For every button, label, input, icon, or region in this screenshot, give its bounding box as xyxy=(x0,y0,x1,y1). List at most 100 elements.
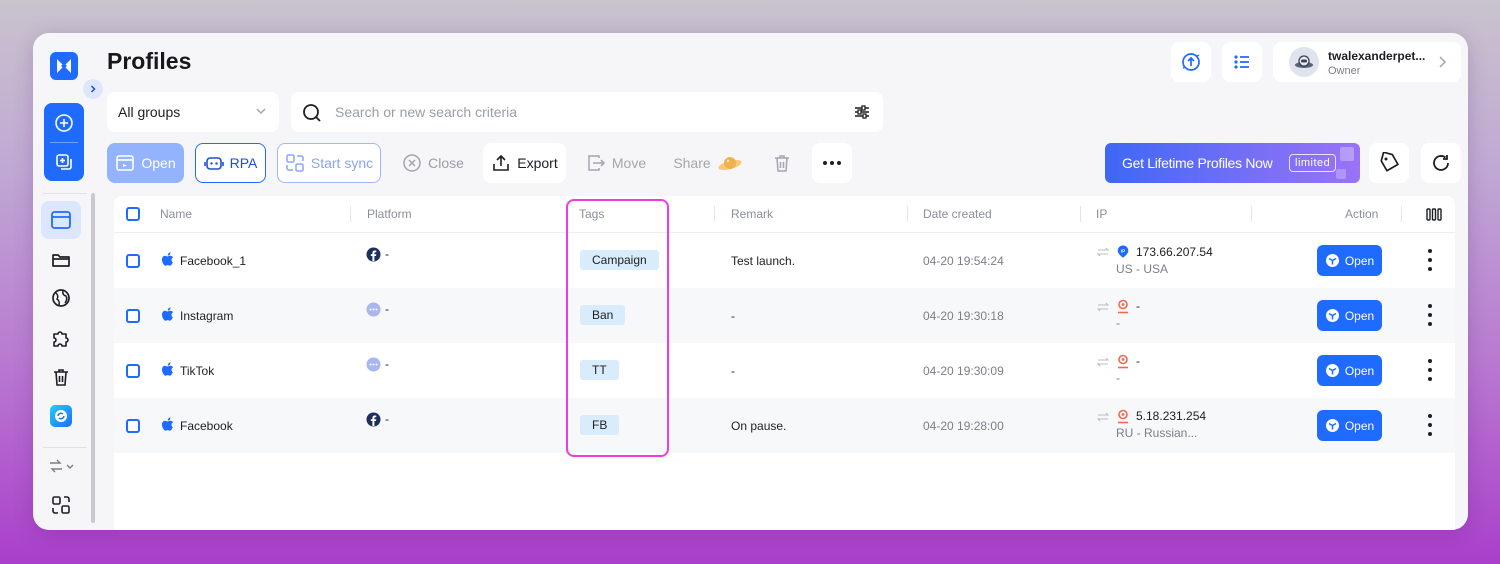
close-button[interactable]: Close xyxy=(393,143,473,183)
table-row[interactable]: TikTok - TT - 04-20 19:30:09 - - Open xyxy=(114,343,1455,398)
avatar xyxy=(1289,47,1319,77)
delete-button[interactable] xyxy=(762,143,802,183)
sidebar-item-sync-app[interactable] xyxy=(41,397,81,435)
row-checkbox[interactable] xyxy=(126,309,140,323)
open-button[interactable]: Open xyxy=(107,143,184,183)
team-switch-dropdown[interactable] xyxy=(41,451,81,481)
row-more-button[interactable] xyxy=(1423,414,1437,436)
start-sync-button[interactable]: Start sync xyxy=(277,143,381,183)
swap-arrows-icon xyxy=(1097,357,1109,367)
column-name[interactable]: Name xyxy=(160,207,192,221)
table-row[interactable]: Instagram - Ban - 04-20 19:30:18 - - Ope… xyxy=(114,288,1455,343)
date-created: 04-20 19:28:00 xyxy=(923,419,1004,433)
row-open-button[interactable]: Open xyxy=(1317,245,1382,276)
move-button-label: Move xyxy=(611,155,647,171)
expand-sidebar-button[interactable] xyxy=(83,79,103,99)
list-icon xyxy=(1234,55,1249,69)
tag-button[interactable] xyxy=(1369,143,1409,183)
row-open-button[interactable]: Open xyxy=(1317,410,1382,441)
apple-icon xyxy=(162,307,174,321)
workspace-icon xyxy=(52,496,70,514)
more-actions-button[interactable] xyxy=(812,143,852,183)
swap-arrows-icon xyxy=(1097,412,1109,422)
table-row[interactable]: Facebook_1 - Campaign Test launch. 04-20… xyxy=(114,233,1455,288)
search-placeholder: Search or new search criteria xyxy=(335,104,518,120)
task-list-button[interactable] xyxy=(1222,42,1262,82)
batch-create-button[interactable] xyxy=(44,142,84,181)
date-created: 04-20 19:30:09 xyxy=(923,364,1004,378)
profile-name[interactable]: Facebook_1 xyxy=(180,254,246,268)
app-logo[interactable] xyxy=(50,52,78,80)
sync-upload-button[interactable] xyxy=(1171,42,1211,82)
profile-remark[interactable]: - xyxy=(731,364,735,378)
refresh-button[interactable] xyxy=(1421,143,1461,183)
planet-icon xyxy=(718,157,742,170)
share-button[interactable]: Share xyxy=(665,143,751,183)
select-all-checkbox[interactable] xyxy=(126,207,140,221)
table-header: Name Platform Tags Remark Date created I… xyxy=(114,196,1455,233)
close-button-label: Close xyxy=(428,155,464,171)
profile-remark[interactable]: - xyxy=(731,309,735,323)
profile-remark[interactable]: Test launch. xyxy=(731,254,795,268)
move-button[interactable]: Move xyxy=(578,143,654,183)
sidebar-item-groups[interactable] xyxy=(41,241,81,279)
sidebar-scrollbar[interactable] xyxy=(91,193,95,523)
create-profile-group xyxy=(44,103,84,181)
ip-address: 173.66.207.54 xyxy=(1136,245,1213,259)
filter-sliders-icon[interactable] xyxy=(853,104,871,120)
sync-app-icon xyxy=(50,405,72,427)
share-button-label: Share xyxy=(673,155,711,171)
upload-icon xyxy=(493,154,510,171)
row-more-button[interactable] xyxy=(1423,304,1437,326)
column-settings-icon[interactable] xyxy=(1426,208,1442,221)
row-more-button[interactable] xyxy=(1423,359,1437,381)
rpa-button[interactable]: RPA xyxy=(195,143,266,183)
promo-banner[interactable]: Get Lifetime Profiles Now limited xyxy=(1105,143,1360,183)
sidebar-item-workspace[interactable] xyxy=(41,486,81,524)
row-checkbox[interactable] xyxy=(126,419,140,433)
platform-text: - xyxy=(385,412,389,426)
tags-column-highlight xyxy=(566,199,669,457)
column-ip[interactable]: IP xyxy=(1096,207,1107,221)
group-select[interactable]: All groups xyxy=(107,92,279,132)
location-pin-icon xyxy=(1118,299,1128,314)
ip-address: - xyxy=(1136,354,1140,368)
more-horizontal-icon xyxy=(823,161,841,165)
browser-core-icon xyxy=(1325,254,1339,267)
search-input[interactable]: Search or new search criteria xyxy=(291,92,883,132)
cloud-sync-icon xyxy=(1182,53,1200,71)
sidebar-item-profiles[interactable] xyxy=(41,201,81,239)
row-open-button[interactable]: Open xyxy=(1317,355,1382,386)
other-platform-icon xyxy=(366,357,381,372)
ip-region: - xyxy=(1116,371,1120,385)
profile-name[interactable]: TikTok xyxy=(180,364,214,378)
table-row[interactable]: Facebook - FB On pause. 04-20 19:28:00 5… xyxy=(114,398,1455,453)
page-title: Profiles xyxy=(107,48,192,74)
trash-icon xyxy=(54,369,68,386)
row-more-button[interactable] xyxy=(1423,249,1437,271)
add-profile-button[interactable] xyxy=(44,103,84,142)
column-platform[interactable]: Platform xyxy=(367,207,412,221)
ip-address: - xyxy=(1136,299,1140,313)
swap-arrows-icon xyxy=(1097,302,1109,312)
sidebar-item-extensions[interactable] xyxy=(41,319,81,357)
user-menu[interactable]: twalexanderpet... Owner xyxy=(1273,42,1461,82)
export-button[interactable]: Export xyxy=(483,143,566,183)
date-created: 04-20 19:30:18 xyxy=(923,309,1004,323)
sidebar-item-proxies[interactable] xyxy=(41,279,81,317)
profile-name[interactable]: Facebook xyxy=(180,419,233,433)
astronaut-avatar-icon xyxy=(1295,55,1313,68)
group-select-value: All groups xyxy=(118,104,181,120)
folder-icon xyxy=(52,254,70,267)
column-date-created[interactable]: Date created xyxy=(923,207,992,221)
rpa-button-label: RPA xyxy=(229,155,258,171)
profile-remark[interactable]: On pause. xyxy=(731,419,786,433)
profile-name[interactable]: Instagram xyxy=(180,309,233,323)
column-remark[interactable]: Remark xyxy=(731,207,773,221)
browser-core-icon xyxy=(1325,419,1339,432)
row-checkbox[interactable] xyxy=(126,254,140,268)
row-open-button[interactable]: Open xyxy=(1317,300,1382,331)
row-checkbox[interactable] xyxy=(126,364,140,378)
sidebar-item-trash[interactable] xyxy=(41,358,81,396)
apple-icon xyxy=(162,362,174,376)
